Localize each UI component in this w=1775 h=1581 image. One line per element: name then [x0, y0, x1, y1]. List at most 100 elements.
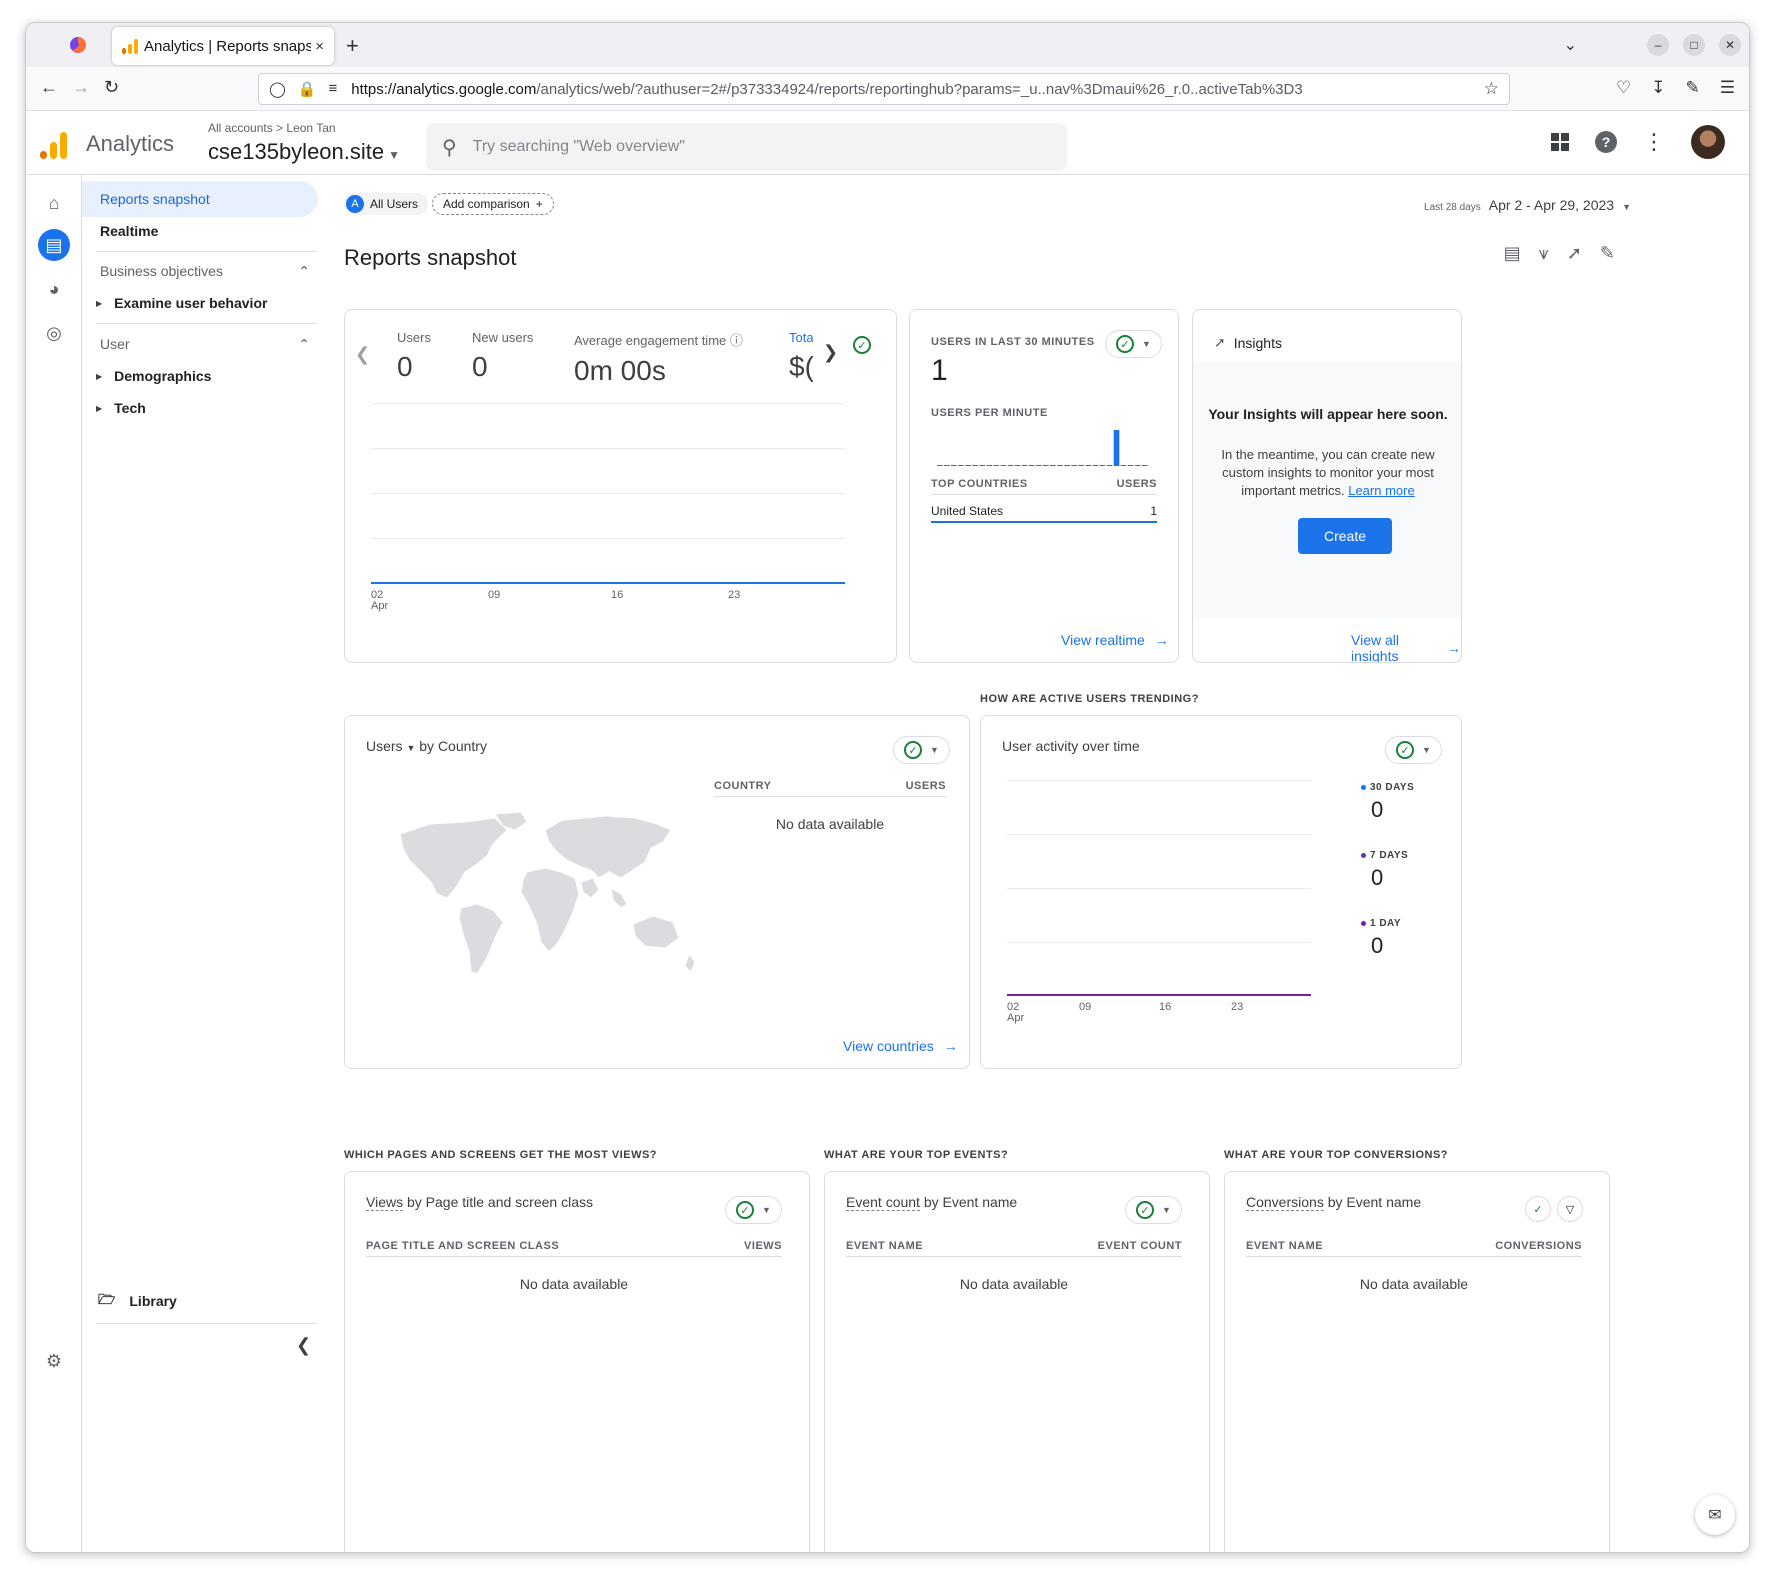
per-minute-bar	[1035, 465, 1042, 466]
per-minute-bar	[1085, 465, 1091, 466]
pocket-icon[interactable]: ♡	[1616, 78, 1631, 98]
chevron-right-icon[interactable]: ❯	[823, 342, 838, 363]
per-minute-chart	[937, 430, 1148, 466]
navigation-bar: ← → ↻ ◯ 🔒 ≡ https://analytics.google.com…	[26, 67, 1749, 111]
metric-users[interactable]: Users 0	[397, 330, 431, 383]
reports-icon[interactable]: ▤	[38, 229, 70, 261]
chevron-left-icon[interactable]: ❮	[355, 344, 370, 365]
metric-avg-engagement[interactable]: Average engagement time ⓘ 0m 00s	[574, 330, 743, 387]
x-tick: 16	[611, 589, 624, 601]
view-all-insights-link[interactable]: View all insights →	[1351, 632, 1461, 662]
metric-total-revenue[interactable]: Tota $(	[789, 330, 813, 383]
create-button[interactable]: Create	[1298, 518, 1392, 554]
caret-down-icon: ▼	[930, 745, 939, 755]
customize-report-icon[interactable]: ▤	[1504, 243, 1521, 264]
more-vert-icon[interactable]: ⋮	[1643, 129, 1665, 155]
filter-icon[interactable]: ▽	[1557, 1196, 1583, 1222]
explore-icon[interactable]: ◕	[38, 273, 70, 305]
gridline	[1007, 780, 1311, 781]
close-window-button[interactable]: ✕	[1719, 34, 1741, 56]
url-bar[interactable]: ◯ 🔒 ≡ https://analytics.google.com/analy…	[258, 73, 1510, 105]
settings-gear-icon[interactable]: ⚙	[38, 1345, 70, 1377]
card-options[interactable]: ✓ ▼	[725, 1196, 782, 1224]
sidebar-item-library[interactable]: 🗁 Library	[98, 1289, 177, 1313]
extensions-icon[interactable]: ✎	[1686, 78, 1700, 98]
lock-icon[interactable]: 🔒	[298, 80, 317, 98]
sidebar-item-examine-user-behavior[interactable]: ▶ Examine user behavior	[96, 295, 267, 311]
analytics-logo-icon[interactable]	[40, 131, 67, 159]
avatar[interactable]	[1691, 125, 1725, 159]
per-minute-bar	[1014, 465, 1021, 466]
check-circle-icon[interactable]: ✓	[1525, 1196, 1551, 1222]
shield-icon[interactable]: ◯	[269, 80, 286, 98]
share-icon[interactable]: ⩛	[1539, 243, 1549, 264]
list-all-tabs-icon[interactable]: ⌄	[1564, 35, 1577, 55]
reload-icon[interactable]: ↻	[104, 77, 119, 98]
section-user[interactable]: User ⌃	[100, 336, 310, 353]
account-breadcrumb[interactable]: All accounts > Leon Tan	[208, 121, 336, 135]
forward-icon[interactable]: →	[72, 77, 90, 98]
country-card: Users ▼ by Country ✓ ▼ COUNTRY USERS No …	[344, 715, 970, 1069]
feedback-icon[interactable]: ✉	[1695, 1495, 1735, 1535]
card-options[interactable]: ✓ ▼	[893, 736, 950, 764]
add-comparison-button[interactable]: Add comparison +	[432, 193, 554, 215]
per-minute-bar	[958, 465, 964, 466]
property-selector[interactable]: cse135byleon.site ▼	[208, 139, 400, 165]
firefox-icon[interactable]	[68, 35, 88, 55]
title-actions: ▤ ⩛ ➚ ✎	[1504, 243, 1615, 264]
downloads-icon[interactable]: ↧	[1651, 78, 1665, 98]
apps-grid-icon[interactable]	[1551, 133, 1569, 151]
new-tab-button[interactable]: +	[346, 33, 359, 59]
metric-selector[interactable]: Conversions	[1246, 1194, 1324, 1211]
user-activity-card: User activity over time ✓ ▼ 02 Apr 09 16 2…	[980, 715, 1462, 1069]
check-circle-icon: ✓	[736, 1201, 754, 1219]
insights-icon[interactable]: ➚	[1567, 243, 1582, 264]
metric-new-users[interactable]: New users 0	[472, 330, 533, 383]
conversions-card: Conversions by Event name ✓ ▽ EVENT NAME…	[1224, 1171, 1610, 1552]
home-icon[interactable]: ⌂	[38, 187, 70, 219]
sidebar-item-tech[interactable]: ▶ Tech	[96, 400, 146, 416]
card-options[interactable]: ✓ ▼	[1125, 1196, 1182, 1224]
maximize-button[interactable]: □	[1683, 34, 1705, 56]
per-minute-bar	[1099, 465, 1106, 466]
section-business-objectives[interactable]: Business objectives ⌃	[100, 263, 310, 280]
table-row[interactable]: United States 1	[931, 504, 1157, 523]
back-icon[interactable]: ←	[40, 77, 58, 98]
bookmark-star-icon[interactable]: ☆	[1484, 79, 1499, 99]
metric-selector[interactable]: Event count	[846, 1194, 920, 1211]
expand-arrow-icon: ▶	[96, 371, 103, 381]
learn-more-link[interactable]: Learn more	[1348, 483, 1414, 498]
gridline	[1007, 888, 1311, 889]
menu-icon[interactable]: ☰	[1720, 78, 1735, 98]
view-countries-link[interactable]: View countries →	[843, 1038, 958, 1054]
caret-down-icon: ▼	[1142, 339, 1151, 349]
sidebar-item-reports-snapshot[interactable]: Reports snapshot	[82, 181, 318, 217]
arrow-right-icon: →	[1447, 640, 1461, 656]
metric-selector[interactable]: Users ▼	[366, 738, 415, 754]
sidebar-item-realtime[interactable]: Realtime	[82, 213, 318, 249]
advertising-icon[interactable]: ◎	[38, 317, 70, 349]
help-icon[interactable]: ?	[1595, 131, 1617, 153]
active-tab[interactable]: Analytics | Reports snaps ×	[112, 27, 334, 65]
no-data-message: No data available	[1359, 1276, 1469, 1292]
card-options[interactable]: ✓ ▼	[1385, 736, 1442, 764]
metric-selector[interactable]: Views	[366, 1194, 404, 1211]
main-content: A All Users Add comparison + Last 28 days…	[332, 175, 1749, 1552]
realtime-card: USERS IN LAST 30 MINUTES ✓ ▼ 1 USERS PER …	[909, 309, 1179, 663]
check-circle-icon[interactable]: ✓	[853, 336, 871, 354]
edit-pencil-icon[interactable]: ✎	[1600, 243, 1615, 264]
view-realtime-link[interactable]: View realtime →	[1061, 632, 1169, 648]
search-input[interactable]: ⚲ Try searching "Web overview"	[426, 123, 1067, 171]
per-minute-bar	[1092, 465, 1099, 466]
permissions-icon[interactable]: ≡	[328, 80, 337, 98]
all-users-chip[interactable]: A All Users	[344, 193, 429, 215]
collapse-sidebar-icon[interactable]: ❮	[296, 1335, 311, 1356]
help-outline-icon[interactable]: ⓘ	[730, 333, 743, 348]
card-options[interactable]: ✓ ▼	[1105, 330, 1162, 358]
sidebar-item-demographics[interactable]: ▶ Demographics	[96, 368, 211, 384]
per-minute-bar	[993, 465, 1000, 466]
tab-close-icon[interactable]: ×	[315, 38, 324, 55]
country-card-title: Users ▼ by Country	[366, 738, 487, 754]
date-range-picker[interactable]: Last 28 days Apr 2 - Apr 29, 2023 ▼	[1424, 197, 1631, 213]
minimize-button[interactable]: –	[1647, 34, 1669, 56]
